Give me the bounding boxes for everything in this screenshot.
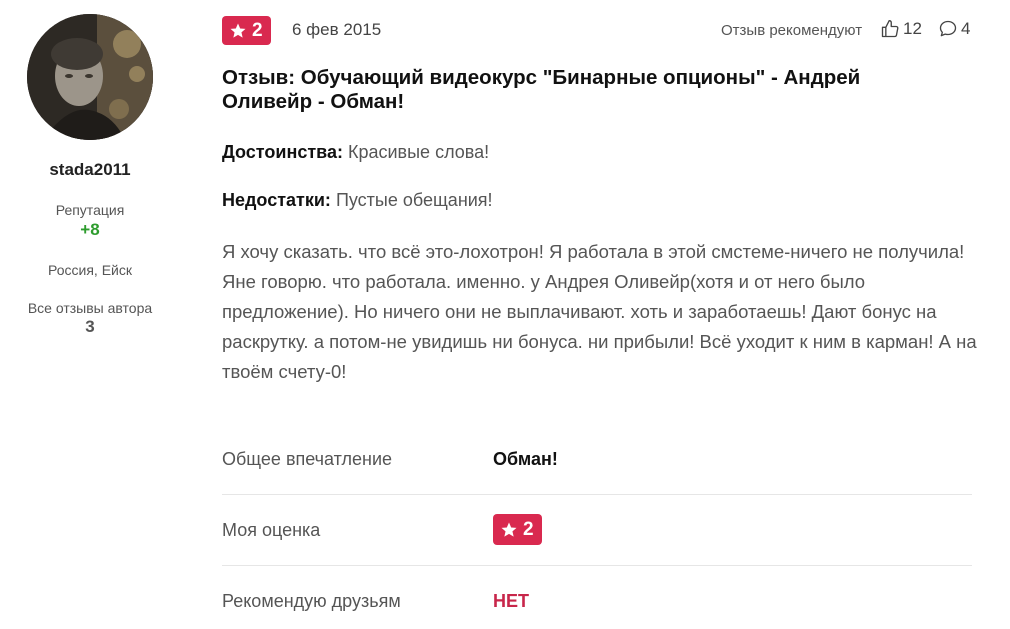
my-rating-badge: 2 <box>493 514 542 545</box>
author-username[interactable]: stada2011 <box>0 160 180 180</box>
reputation-value: +8 <box>80 220 100 239</box>
comment-icon <box>939 20 957 37</box>
my-rating-value: 2 <box>523 518 534 540</box>
review-body: Я хочу сказать. что всё это-лохотрон! Я … <box>222 241 977 382</box>
comments-button[interactable]: 4 <box>938 19 970 39</box>
pros: Достоинства: Красивые слова! <box>222 140 489 164</box>
rating-value: 2 <box>252 19 263 41</box>
all-reviews-link[interactable]: Все отзывы автора <box>0 300 180 316</box>
pros-text: Красивые слова! <box>348 142 490 162</box>
author-location: Россия, Ейск <box>48 262 132 278</box>
star-icon <box>230 23 246 38</box>
review-date: 6 фев 2015 <box>292 20 382 39</box>
avatar[interactable] <box>27 14 153 140</box>
summary-row-recommend: Рекомендую друзьям НЕТ <box>222 566 972 629</box>
recommend-friends-value: НЕТ <box>493 591 529 611</box>
cons-text: Пустые обещания! <box>335 190 493 210</box>
recommend-friends-label: Рекомендую друзьям <box>222 591 401 611</box>
pros-label: Достоинства: <box>222 142 343 162</box>
impression-value: Обман! <box>493 449 558 469</box>
all-reviews-count[interactable]: 3 <box>0 317 180 337</box>
review-title: Отзыв: Обучающий видеокурс "Бинарные опц… <box>222 66 861 113</box>
comments-count: 4 <box>961 19 971 38</box>
like-button[interactable]: 12 <box>880 19 922 39</box>
thumbs-up-icon <box>881 20 899 38</box>
likes-count: 12 <box>903 19 922 38</box>
cons-label: Недостатки: <box>222 190 331 210</box>
my-rating-label: Моя оценка <box>222 520 321 540</box>
summary-row-rating: Моя оценка 2 <box>222 495 972 566</box>
summary-row-impression: Общее впечатление Обман! <box>222 424 972 495</box>
cons: Недостатки: Пустые обещания! <box>222 188 493 212</box>
avatar-image <box>27 14 153 140</box>
review-summary: Общее впечатление Обман! Моя оценка 2 Ре… <box>222 424 972 629</box>
impression-label: Общее впечатление <box>222 449 393 469</box>
star-icon <box>501 522 517 537</box>
recommend-label: Отзыв рекомендуют <box>721 22 863 39</box>
rating-badge: 2 <box>222 16 271 45</box>
reputation-label: Репутация <box>55 202 125 218</box>
